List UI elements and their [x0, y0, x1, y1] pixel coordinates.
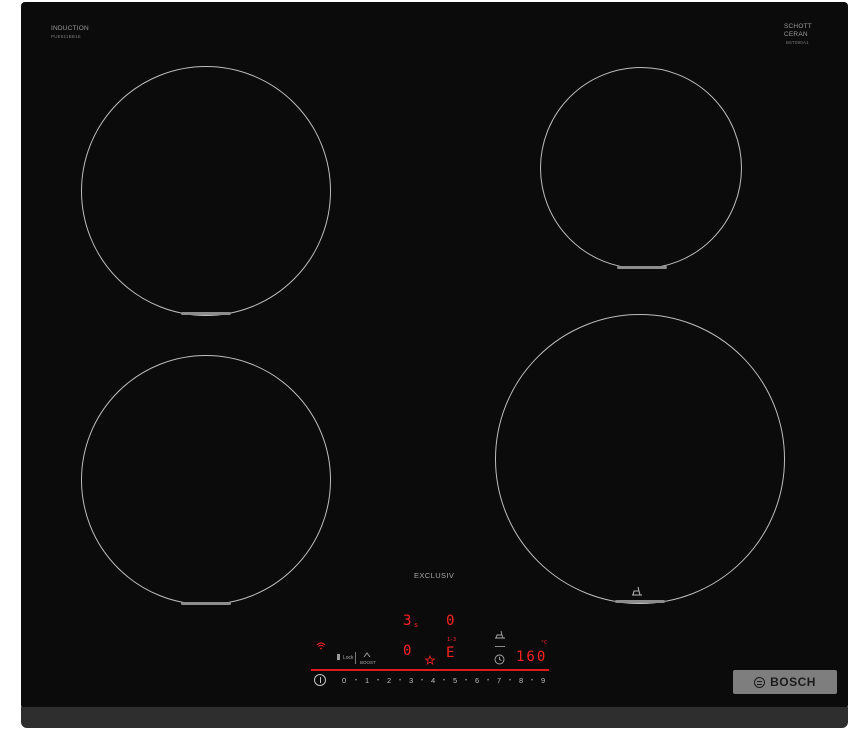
cooktop-frame: [21, 707, 848, 728]
control-divider: [355, 652, 356, 664]
slider-level-6[interactable]: 6: [475, 676, 479, 685]
schott-label: SCHOTT: [784, 23, 812, 30]
cooking-zone-front-left-top[interactable]: [81, 66, 331, 316]
zone-marker-top-right: [617, 266, 667, 269]
separator-line: [495, 646, 505, 647]
timer-display: 3: [403, 613, 412, 629]
power-icon[interactable]: [314, 674, 326, 686]
temperature-unit: °C: [541, 640, 548, 646]
slider-dot: •: [355, 678, 358, 684]
slider-level-7[interactable]: 7: [497, 676, 501, 685]
slider-level-0[interactable]: 0: [342, 676, 346, 685]
zone-marker-bottom-left: [181, 602, 231, 605]
induction-label: INDUCTION: [51, 25, 89, 32]
slider-level-5[interactable]: 5: [453, 676, 457, 685]
brand-label: BOSCH: [770, 675, 816, 689]
slider-dot: •: [377, 678, 380, 684]
series-label: EXCLUSIV: [414, 571, 455, 580]
slider-dot: •: [421, 678, 424, 684]
slider-level-8[interactable]: 8: [519, 676, 523, 685]
slider-dot: •: [531, 678, 534, 684]
pan-sensor-icon[interactable]: [494, 629, 506, 641]
slider-level-4[interactable]: 4: [431, 676, 435, 685]
temperature-display: 160: [516, 649, 548, 665]
lock-icon[interactable]: [337, 654, 340, 660]
slider-level-3[interactable]: 3: [409, 676, 413, 685]
glass-code-label: B6T090A1: [786, 40, 809, 45]
bosch-logo-icon: [754, 676, 766, 688]
lock-label: Lock: [343, 655, 354, 661]
ceran-label: CERAN: [784, 31, 808, 38]
boost-icon[interactable]: [363, 652, 371, 658]
star-icon[interactable]: [425, 655, 435, 665]
pan-sensor-icon: [632, 586, 642, 596]
cooking-zone-front-right[interactable]: [495, 314, 785, 604]
slider-indicator-line: [311, 669, 549, 671]
model-label: PUE611BB1E: [51, 34, 81, 39]
wifi-icon[interactable]: [316, 642, 326, 650]
slider-dot: •: [399, 678, 402, 684]
zone-display-top: 0: [446, 613, 455, 629]
cooking-zone-front-left[interactable]: [81, 355, 331, 605]
program-tag: 1-3: [447, 637, 457, 643]
timer-unit: s: [414, 621, 419, 629]
slider-dot: •: [509, 678, 512, 684]
slider-dot: •: [443, 678, 446, 684]
slider-level-9[interactable]: 9: [541, 676, 545, 685]
slider-level-1[interactable]: 1: [365, 676, 369, 685]
slider-dot: •: [465, 678, 468, 684]
zone-display-bottom: 0: [403, 643, 412, 659]
slider-dot: •: [487, 678, 490, 684]
zone-marker-bottom-right: [615, 600, 665, 603]
boost-label: BOOST: [360, 660, 376, 665]
clock-icon[interactable]: [494, 654, 505, 665]
zone-marker-top-left: [181, 312, 231, 315]
slider-level-2[interactable]: 2: [387, 676, 391, 685]
program-display: E: [446, 645, 455, 661]
brand-badge: BOSCH: [733, 670, 837, 694]
cooking-zone-rear-right[interactable]: [540, 67, 742, 269]
